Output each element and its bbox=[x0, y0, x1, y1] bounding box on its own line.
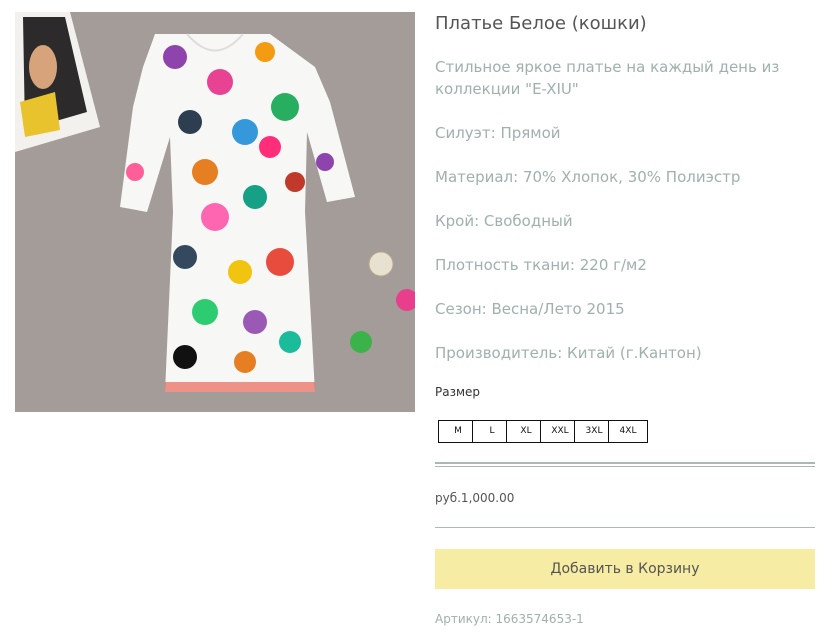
spec-material: Материал: 70% Хлопок, 30% Полиэстр bbox=[435, 168, 741, 186]
product-image[interactable] bbox=[15, 12, 415, 412]
product-sku: Артикул: 1663574653-1 bbox=[435, 612, 584, 626]
divider bbox=[435, 466, 815, 467]
magazine-prop bbox=[15, 12, 100, 152]
divider bbox=[435, 462, 815, 464]
product-description-intro: Стильное яркое платье на каждый день из … bbox=[435, 58, 780, 98]
size-label: Размер bbox=[435, 385, 481, 399]
product-price: руб.1,000.00 bbox=[435, 491, 515, 505]
product-title: Платье Белое (кошки) bbox=[435, 13, 647, 34]
dress bbox=[120, 33, 355, 392]
divider bbox=[435, 527, 815, 528]
spec-silhouette: Силуэт: Прямой bbox=[435, 124, 561, 142]
add-to-cart-button[interactable]: Добавить в Корзину bbox=[435, 549, 815, 589]
dress-illustration bbox=[15, 12, 415, 392]
spec-season: Сезон: Весна/Лето 2015 bbox=[435, 300, 625, 318]
spec-cut: Крой: Свободный bbox=[435, 212, 573, 230]
spec-manufacturer: Производитель: Китай (г.Кантон) bbox=[435, 344, 702, 362]
decor-balls bbox=[350, 251, 415, 353]
spec-density: Плотность ткани: 220 г/м2 bbox=[435, 256, 647, 274]
size-option-4xl[interactable]: 4XL bbox=[608, 420, 648, 443]
